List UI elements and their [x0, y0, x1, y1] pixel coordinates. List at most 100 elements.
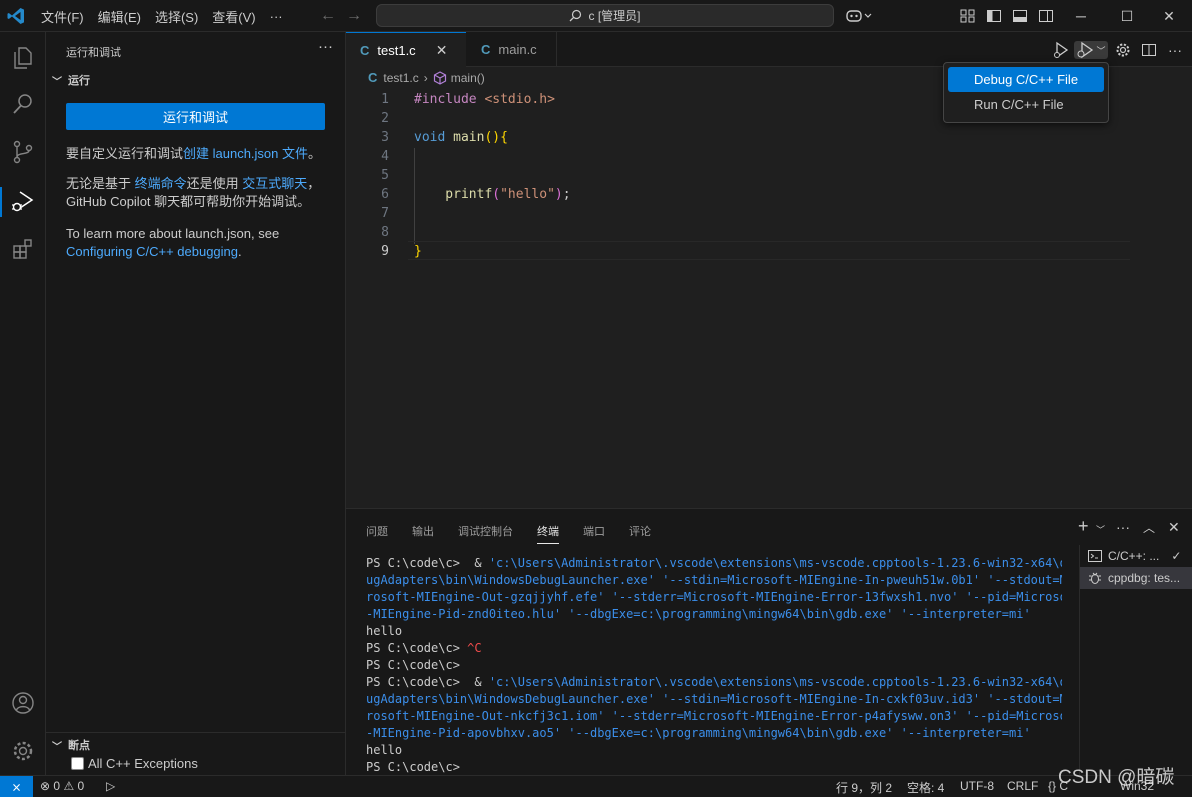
menu-more[interactable]: ··· — [263, 9, 290, 24]
debug-run-dropdown-button[interactable]: ﹀ — [1074, 41, 1108, 59]
run-debug-icon[interactable] — [9, 187, 37, 215]
breadcrumb-file[interactable]: test1.c — [383, 71, 418, 85]
remote-indicator[interactable]: ⨯ — [0, 776, 33, 797]
problems-status[interactable]: ⊗ 0 ⚠ 0 — [40, 779, 84, 793]
debug-launch-icon[interactable]: ▷ — [106, 779, 115, 793]
terminal-command-link[interactable]: 终端命令 — [135, 176, 187, 191]
editor-settings-icon[interactable] — [1114, 41, 1132, 59]
minimize-button[interactable]: ─ — [1058, 0, 1104, 32]
source-control-icon[interactable] — [9, 138, 37, 166]
forward-arrow-icon[interactable]: → — [346, 7, 362, 25]
code-token: (){ — [484, 130, 508, 145]
code-line[interactable]: 7 — [346, 204, 1192, 223]
tab-problems[interactable]: 问题 — [366, 523, 388, 544]
menu-file[interactable]: 文件(F) — [34, 7, 91, 26]
terminal-output[interactable]: PS C:\code\c> & 'c:\Users\Administrator\… — [366, 555, 1062, 776]
extensions-icon[interactable] — [9, 235, 37, 263]
activity-bar — [0, 32, 46, 775]
back-arrow-icon[interactable]: ← — [320, 7, 336, 25]
split-editor-icon[interactable] — [1140, 41, 1158, 59]
run-file-icon[interactable] — [1052, 41, 1070, 59]
breakpoint-label: All C++ Exceptions — [88, 756, 198, 771]
panel-more-icon[interactable]: ··· — [1116, 519, 1130, 535]
sidebar-more-icon[interactable]: ··· — [318, 38, 333, 55]
run-c-file-menu-item[interactable]: Run C/C++ File — [948, 92, 1104, 117]
close-panel-icon[interactable]: ✕ — [1168, 519, 1180, 536]
terminal-list: C/C++: ... ✓ cppdbg: tes... — [1079, 545, 1192, 776]
code-line[interactable]: 3 void main(){ — [346, 128, 1192, 147]
run-section-header[interactable]: ﹀ 运行 — [52, 72, 90, 88]
chevron-down-icon[interactable]: ﹀ — [1096, 523, 1105, 536]
active-indicator — [0, 187, 2, 217]
encoding[interactable]: UTF-8 — [960, 779, 994, 793]
close-window-button[interactable]: ✕ — [1146, 0, 1192, 32]
breakpoint-checkbox[interactable] — [71, 757, 84, 770]
terminal-line: PS C:\code\c> & 'c:\Users\Administrator\… — [366, 674, 1062, 691]
terminal-line: -MIEngine-Pid-apovbhxv.ao5' '--dbgExe=c:… — [366, 725, 1062, 742]
line-number: 1 — [381, 92, 389, 107]
explorer-icon[interactable] — [9, 44, 37, 72]
terminal-text: rosoft-MIEngine-Out-nkcfj3c1.iom' '--std… — [366, 709, 1062, 723]
maximize-panel-icon[interactable]: ︿ — [1143, 519, 1155, 536]
bottom-panel: 问题 输出 调试控制台 终端 端口 评论 + ﹀ ··· ︿ ✕ PS C:\c… — [346, 508, 1192, 776]
maximize-button[interactable]: ☐ — [1104, 0, 1150, 32]
code-token: printf — [414, 187, 493, 202]
command-center[interactable]: c [管理员] — [376, 4, 834, 27]
search-view-icon[interactable] — [9, 90, 37, 118]
line-ending[interactable]: CRLF — [1007, 779, 1038, 793]
line-number: 4 — [381, 149, 389, 164]
method-icon — [433, 70, 446, 85]
warning-count: 0 — [77, 779, 85, 793]
line-number: 7 — [381, 206, 389, 221]
menu-selection[interactable]: 选择(S) — [148, 7, 205, 26]
configuring-debugging-link[interactable]: Configuring C/C++ debugging — [66, 244, 238, 259]
chevron-down-icon: ﹀ — [52, 741, 62, 753]
learn-more-hint: To learn more about launch.json, see Con… — [66, 225, 328, 261]
copilot-icon[interactable] — [846, 8, 872, 24]
vscode-logo-icon — [7, 8, 24, 24]
code-line[interactable]: 6 printf("hello"); — [346, 185, 1192, 204]
toggle-panel-icon[interactable] — [1012, 8, 1028, 24]
indentation[interactable]: 空格: 4 — [907, 779, 944, 796]
code-line[interactable]: 5 — [346, 166, 1192, 185]
code-token: } — [414, 244, 422, 259]
breakpoint-item: All C++ Exceptions — [71, 756, 198, 771]
terminal-item-cpp[interactable]: C/C++: ... ✓ — [1080, 545, 1192, 567]
new-terminal-icon[interactable]: + — [1078, 516, 1089, 537]
tab-test1-c[interactable]: C test1.c ✕ — [346, 32, 466, 67]
code-line[interactable]: 8 — [346, 223, 1192, 242]
customize-layout-icon[interactable] — [960, 8, 976, 24]
run-and-debug-button[interactable]: 运行和调试 — [66, 103, 325, 130]
copilot-hint-text-2: 还是使用 — [186, 176, 243, 191]
breakpoints-section-header[interactable]: ﹀ 断点 — [52, 737, 90, 753]
more-actions-icon[interactable]: ··· — [1166, 41, 1184, 59]
tab-ports[interactable]: 端口 — [583, 523, 605, 544]
cursor-position[interactable]: 行 9，列 2 — [836, 779, 892, 796]
code-text: } — [414, 242, 422, 261]
interactive-chat-link[interactable]: 交互式聊天 — [242, 176, 307, 191]
create-launch-json-link[interactable]: 创建 launch.json 文件 — [183, 146, 308, 161]
toggle-sidebar-icon[interactable] — [986, 8, 1002, 24]
tab-output[interactable]: 输出 — [412, 523, 434, 544]
tab-comments[interactable]: 评论 — [629, 523, 651, 544]
terminal-item-cppdbg[interactable]: cppdbg: tes... — [1080, 567, 1192, 589]
close-icon[interactable]: ✕ — [436, 42, 448, 59]
breadcrumb-symbol[interactable]: main() — [451, 71, 485, 85]
watermark: CSDN @暗碳 — [1058, 767, 1175, 788]
tab-terminal[interactable]: 终端 — [537, 523, 559, 544]
code-line[interactable]: 9} — [346, 242, 1192, 261]
menu-edit[interactable]: 编辑(E) — [91, 7, 148, 26]
tab-debug-console[interactable]: 调试控制台 — [458, 523, 513, 544]
settings-gear-icon[interactable] — [9, 737, 37, 765]
tab-main-c[interactable]: C main.c — [467, 32, 557, 67]
breakpoints-section-title: 断点 — [68, 740, 90, 752]
terminal-text: ugAdapters\bin\WindowsDebugLauncher.exe'… — [366, 692, 1062, 706]
debug-c-file-menu-item[interactable]: Debug C/C++ File — [948, 67, 1104, 92]
code-line[interactable]: 4 — [346, 147, 1192, 166]
toggle-secondary-sidebar-icon[interactable] — [1038, 8, 1054, 24]
code-editor[interactable]: 1 #include <stdio.h> 2 3 void main(){4 5 6 pri… — [346, 88, 1192, 508]
terminal-text: 'c:\Users\Administrator\.vscode\extensio… — [488, 556, 1062, 570]
terminal-line: rosoft-MIEngine-Out-gzqjjyhf.efe' '--std… — [366, 589, 1062, 606]
account-icon[interactable] — [9, 689, 37, 717]
menu-view[interactable]: 查看(V) — [205, 7, 262, 26]
